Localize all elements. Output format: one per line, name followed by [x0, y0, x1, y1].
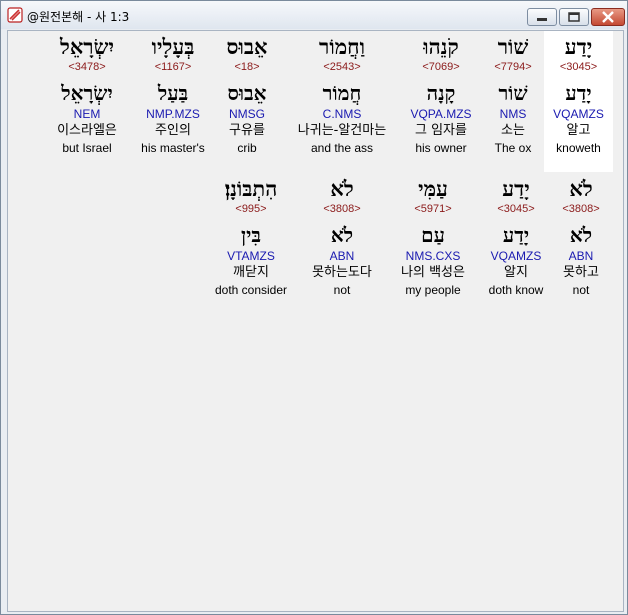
english-gloss: but Israel	[62, 141, 112, 155]
korean-gloss: 이스라엘은	[57, 123, 117, 138]
korean-gloss: 주인의	[155, 123, 191, 138]
lemma: יָדַע	[502, 223, 530, 247]
hebrew-word: עַמִּי	[418, 176, 448, 201]
word-row1-2[interactable]: שׁוֹר <7794> שׁוֹר NMS 소는 The ox	[483, 34, 543, 156]
strong-number[interactable]: <7069>	[400, 60, 482, 74]
minimize-button[interactable]	[527, 8, 557, 26]
strong-number[interactable]: <18>	[216, 60, 278, 74]
korean-gloss: 나귀는-알건마는	[297, 123, 387, 138]
hebrew-word: וַחֲמוֹר	[319, 34, 365, 59]
title-bar[interactable]: @원전본해 - 사 1:3	[1, 1, 627, 29]
hebrew-word: יָדַע	[502, 176, 530, 201]
english-gloss: not	[333, 283, 351, 297]
parse-code: NMS.CXS	[405, 249, 461, 263]
parse-code: C.NMS	[322, 107, 362, 121]
english-gloss: doth know	[488, 283, 544, 297]
parse-code: NMS	[499, 107, 527, 121]
parse-code: VQAMZS	[490, 249, 542, 263]
english-gloss: his owner	[415, 141, 467, 155]
hebrew-word: בְּעָלָיו	[151, 34, 195, 59]
english-gloss: not	[572, 283, 590, 297]
lemma: לֹא	[330, 223, 354, 247]
korean-gloss: 나의 백성은	[401, 265, 465, 280]
parse-code: VQPA.MZS	[410, 107, 472, 121]
hebrew-word: לֹא	[569, 176, 593, 201]
strong-number[interactable]: <995>	[204, 202, 298, 216]
english-gloss: his master's	[141, 141, 205, 155]
english-gloss: The ox	[494, 141, 532, 155]
hebrew-word: הִתְבּוֹנָן׃	[224, 176, 278, 201]
english-gloss: my people	[405, 283, 461, 297]
strong-number[interactable]: <2543>	[286, 60, 398, 74]
hebrew-word: לֹא	[330, 176, 354, 201]
word-row1-3[interactable]: קֹנֵהוּ <7069> קָנָה VQPA.MZS 그 임자를 his …	[400, 34, 482, 156]
window-title: @원전본해 - 사 1:3	[27, 10, 130, 24]
maximize-icon	[568, 12, 580, 22]
parse-code: NMP.MZS	[146, 107, 200, 121]
word-row1-6[interactable]: בְּעָלָיו <1167> בַּעַל NMP.MZS 주인의 his …	[134, 34, 212, 156]
korean-gloss: 깨닫지	[233, 265, 269, 280]
app-icon	[7, 7, 23, 23]
word-row1-4[interactable]: וַחֲמוֹר <2543> חֲמוֹר C.NMS 나귀는-알건마는 an…	[286, 34, 398, 156]
parse-code: VQAMZS	[553, 107, 604, 121]
close-icon	[602, 11, 614, 23]
maximize-button[interactable]	[559, 8, 589, 26]
korean-gloss: 알지	[504, 265, 528, 280]
hebrew-word: שׁוֹר	[497, 34, 529, 59]
lemma: יָדַע	[565, 81, 592, 105]
lemma: קָנָה	[426, 81, 456, 105]
lemma: עַם	[421, 223, 445, 247]
word-row1-5[interactable]: אֵבוּס <18> אֵבוּס NMSG 구유를 crib	[216, 34, 278, 156]
word-row2-4[interactable]: לֹא <3808> לֹא ABN 못하는도다 not	[298, 176, 386, 298]
strong-number[interactable]: <3478>	[46, 60, 128, 74]
korean-gloss: 그 임자를	[415, 123, 467, 138]
english-gloss: doth consider	[214, 283, 288, 297]
parse-code: ABN	[568, 249, 594, 263]
word-row1-7[interactable]: יִשְׂרָאֵל <3478> יִשְׂרָאֵל NEM 이스라엘은 b…	[46, 34, 128, 156]
strong-number[interactable]: <1167>	[134, 60, 212, 74]
hebrew-word: קֹנֵהוּ	[423, 34, 459, 59]
english-gloss: knoweth	[556, 141, 601, 155]
parse-code: VTAMZS	[227, 249, 275, 263]
word-row2-2[interactable]: יָדַע <3045> יָדַע VQAMZS 알지 doth know	[478, 176, 554, 298]
strong-number[interactable]: <5971>	[388, 202, 478, 216]
app-window: @원전본해 - 사 1:3 יָדַע <3045> יָדַע VQAMZS …	[0, 0, 628, 615]
word-row2-1[interactable]: לֹא <3808> לֹא ABN 못하고 not	[549, 176, 613, 298]
parse-code: NEM	[73, 107, 101, 121]
korean-gloss: 구유를	[229, 123, 265, 138]
lemma: אֵבוּס	[227, 81, 267, 105]
lemma: בַּעַל	[157, 81, 189, 105]
strong-number[interactable]: <3045>	[478, 202, 554, 216]
parse-code: NMSG	[229, 107, 265, 121]
lemma: יִשְׂרָאֵל	[61, 81, 113, 105]
strong-number[interactable]: <3045>	[544, 60, 613, 74]
word-row1-1[interactable]: יָדַע <3045> יָדַע VQAMZS 알고 knoweth	[544, 34, 613, 156]
korean-gloss: 못하고	[563, 265, 599, 280]
english-gloss: crib	[237, 141, 257, 155]
korean-gloss: 알고	[566, 123, 591, 138]
korean-gloss: 못하는도다	[312, 265, 372, 280]
interlinear-panel[interactable]: יָדַע <3045> יָדַע VQAMZS 알고 knoweth שׁו…	[7, 30, 624, 612]
minimize-icon	[537, 18, 547, 21]
hebrew-word: אֵבוּס	[226, 34, 268, 59]
lemma: לֹא	[569, 223, 593, 247]
lemma: חֲמוֹר	[322, 81, 362, 105]
word-row2-5[interactable]: הִתְבּוֹנָן׃ <995> בִּין VTAMZS 깨닫지 doth…	[204, 176, 298, 298]
hebrew-word: יָדַע	[564, 34, 593, 59]
close-button[interactable]	[591, 8, 625, 26]
english-gloss: and the ass	[310, 141, 374, 155]
lemma: בִּין	[241, 223, 261, 247]
strong-number[interactable]: <3808>	[549, 202, 613, 216]
lemma: שׁוֹר	[498, 81, 528, 105]
strong-number[interactable]: <7794>	[483, 60, 543, 74]
parse-code: ABN	[329, 249, 355, 263]
word-row2-3[interactable]: עַמִּי <5971> עַם NMS.CXS 나의 백성은 my peop…	[388, 176, 478, 298]
korean-gloss: 소는	[501, 123, 525, 138]
strong-number[interactable]: <3808>	[298, 202, 386, 216]
hebrew-word: יִשְׂרָאֵל	[60, 34, 114, 59]
